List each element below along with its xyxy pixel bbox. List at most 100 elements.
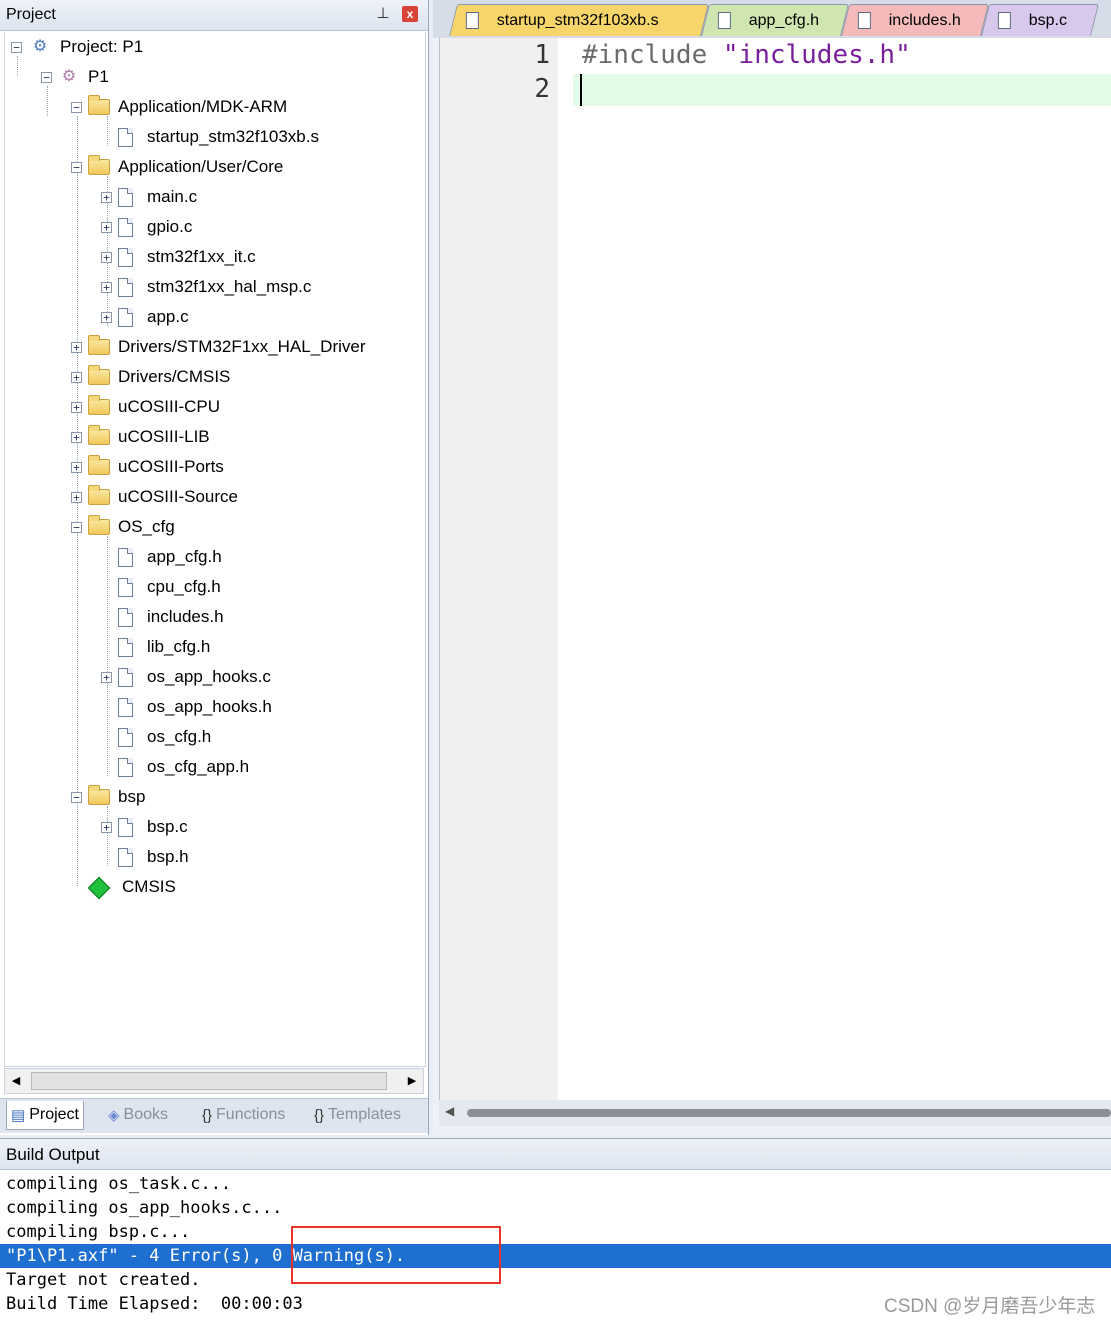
collapse-icon[interactable]: − xyxy=(41,71,52,83)
code-area[interactable]: 1 2 #include "includes.h" xyxy=(439,38,1111,1100)
expand-icon[interactable]: + xyxy=(101,191,112,203)
expand-icon[interactable]: + xyxy=(71,491,82,503)
tree-item[interactable]: + main.c xyxy=(101,182,197,212)
collapse-icon[interactable]: − xyxy=(71,791,82,803)
tree-item[interactable]: − ⚙ Project: P1 xyxy=(11,32,143,62)
close-icon[interactable]: x xyxy=(402,6,418,22)
collapse-icon[interactable]: − xyxy=(71,101,82,113)
expand-icon[interactable]: + xyxy=(101,251,112,263)
expand-icon[interactable]: + xyxy=(101,221,112,233)
tree-item[interactable]: + stm32f1xx_hal_msp.c xyxy=(101,272,311,302)
project-horizontal-scrollbar[interactable]: ◀ ▶ xyxy=(4,1068,424,1094)
tree-item[interactable]: includes.h xyxy=(101,602,224,632)
tree-item[interactable]: + uCOSIII-CPU xyxy=(71,392,220,422)
tree-item[interactable]: CMSIS xyxy=(71,872,176,902)
tab-templates-label: Templates xyxy=(328,1106,401,1123)
tree-item[interactable]: + uCOSIII-Source xyxy=(71,482,238,512)
tree-item[interactable]: + Drivers/STM32F1xx_HAL_Driver xyxy=(71,332,366,362)
scroll-thumb[interactable] xyxy=(31,1072,387,1090)
expand-icon[interactable]: + xyxy=(101,821,112,833)
tree-item[interactable]: cpu_cfg.h xyxy=(101,572,221,602)
tab-project[interactable]: ▤ Project xyxy=(6,1101,84,1130)
tree-item[interactable]: − ⚙ P1 xyxy=(41,62,109,92)
tree-item[interactable]: + stm32f1xx_it.c xyxy=(101,242,256,272)
tree-item[interactable]: startup_stm32f103xb.s xyxy=(101,122,319,152)
tree-item-label: main.c xyxy=(147,187,198,206)
expand-icon[interactable]: + xyxy=(71,431,82,443)
file-icon xyxy=(118,187,133,207)
expand-icon[interactable]: + xyxy=(71,371,82,383)
output-line[interactable]: compiling os_task.c... xyxy=(0,1172,1111,1196)
tab-books[interactable]: ◈ Books xyxy=(104,1101,172,1129)
expand-icon[interactable]: + xyxy=(101,281,112,293)
build-output-header: Build Output xyxy=(0,1138,1111,1170)
tree-item[interactable]: − Application/User/Core xyxy=(71,152,283,182)
tree-item[interactable]: lib_cfg.h xyxy=(101,632,210,662)
tab-functions[interactable]: {} Functions xyxy=(198,1101,289,1129)
code-line[interactable]: #include "includes.h" xyxy=(582,40,911,70)
tree-item[interactable]: os_cfg.h xyxy=(101,722,211,752)
collapse-icon[interactable]: − xyxy=(71,161,82,173)
file-icon xyxy=(118,637,133,657)
tree-item-label: startup_stm32f103xb.s xyxy=(147,127,319,146)
tree-item[interactable]: − bsp xyxy=(71,782,145,812)
functions-icon: {} xyxy=(202,1106,213,1124)
tab-includes[interactable]: includes.h xyxy=(841,4,989,36)
tab-bsp-c[interactable]: bsp.c xyxy=(981,4,1099,36)
expand-icon[interactable]: + xyxy=(101,671,112,683)
tree-item[interactable]: + os_app_hooks.c xyxy=(101,662,271,692)
folder-icon xyxy=(88,485,110,505)
tree-item[interactable]: os_app_hooks.h xyxy=(101,692,272,722)
folder-icon xyxy=(88,455,110,475)
tree-item-label: Project: P1 xyxy=(60,37,144,56)
tree-item-label: Application/MDK-ARM xyxy=(118,97,288,116)
tree-item[interactable]: + uCOSIII-Ports xyxy=(71,452,224,482)
tree-item[interactable]: + Drivers/CMSIS xyxy=(71,362,230,392)
project-panel: Project ⊥ x − ⚙ Project: P1− ⚙ P1− Applicatio… xyxy=(0,0,429,1135)
tree-item-label: bsp.c xyxy=(147,817,188,836)
output-line[interactable]: compiling os_app_hooks.c... xyxy=(0,1196,1111,1220)
scroll-left-arrow-icon[interactable]: ◀ xyxy=(445,1104,454,1118)
collapse-icon[interactable]: − xyxy=(71,521,82,533)
scroll-left-arrow-icon[interactable]: ◀ xyxy=(7,1072,25,1090)
output-line[interactable]: compiling bsp.c... xyxy=(0,1220,1111,1244)
folder-icon xyxy=(88,425,110,445)
file-icon xyxy=(857,12,871,29)
file-icon xyxy=(118,577,133,597)
tree-item-label: uCOSIII-Ports xyxy=(118,457,224,476)
tab-startup-file[interactable]: startup_stm32f103xb.s xyxy=(449,4,709,36)
editor-horizontal-scrollbar[interactable]: ◀ xyxy=(439,1100,1111,1126)
output-line[interactable]: Target not created. xyxy=(0,1268,1111,1292)
tab-app-cfg[interactable]: app_cfg.h xyxy=(701,4,849,36)
tree-item-label: Drivers/STM32F1xx_HAL_Driver xyxy=(118,337,366,356)
tree-item[interactable]: − OS_cfg xyxy=(71,512,175,542)
books-icon: ◈ xyxy=(108,1107,120,1124)
collapse-icon[interactable]: − xyxy=(11,41,22,53)
expand-icon[interactable]: + xyxy=(71,461,82,473)
include-directive: #include xyxy=(582,40,708,70)
file-icon xyxy=(118,307,133,327)
output-line-selected[interactable]: "P1\P1.axf" - 4 Error(s), 0 Warning(s). xyxy=(0,1244,1111,1268)
editor-scroll-thumb[interactable] xyxy=(467,1109,1111,1117)
tree-item[interactable]: + gpio.c xyxy=(101,212,192,242)
tree-item[interactable]: + uCOSIII-LIB xyxy=(71,422,210,452)
expand-icon[interactable]: + xyxy=(101,311,112,323)
expand-icon[interactable]: + xyxy=(71,341,82,353)
tree-item[interactable]: app_cfg.h xyxy=(101,542,222,572)
tree-item[interactable]: + app.c xyxy=(101,302,189,332)
tree-item[interactable]: os_cfg_app.h xyxy=(101,752,249,782)
file-icon xyxy=(717,12,731,29)
tree-item[interactable]: bsp.h xyxy=(101,842,189,872)
build-output-title: Build Output xyxy=(6,1145,100,1164)
pin-icon[interactable]: ⊥ xyxy=(375,5,391,23)
project-bottom-tabs: ▤ Project ◈ Books {} Functions {} Templa… xyxy=(0,1098,428,1133)
scroll-right-arrow-icon[interactable]: ▶ xyxy=(403,1072,421,1090)
tab-books-label: Books xyxy=(123,1106,169,1123)
tree-item[interactable]: + bsp.c xyxy=(101,812,188,842)
tree-item[interactable]: − Application/MDK-ARM xyxy=(71,92,287,122)
target-icon: ⚙ xyxy=(61,68,77,85)
project-icon: ⚙ xyxy=(32,38,48,55)
expand-icon[interactable]: + xyxy=(71,401,82,413)
tree-item-label: os_cfg_app.h xyxy=(147,757,250,776)
tab-templates[interactable]: {} Templates xyxy=(310,1101,405,1129)
